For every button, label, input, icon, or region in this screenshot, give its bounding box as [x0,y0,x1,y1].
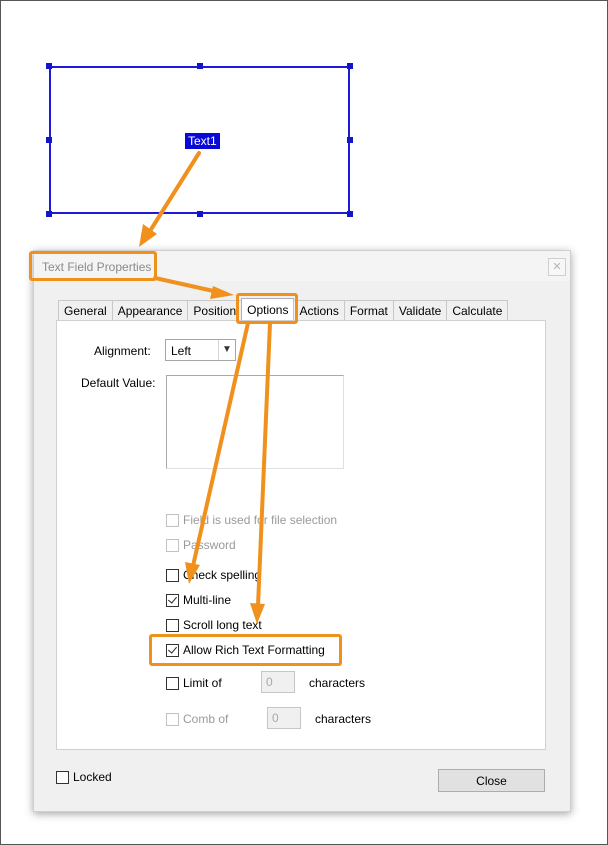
arrowhead-richtext [250,603,265,624]
arrow-options-to-richtext [256,321,272,608]
arrowhead-multiline [185,562,200,584]
arrow-field-to-title [148,151,201,233]
arrow-title-to-options [153,276,220,294]
annotation-arrows [139,151,272,624]
arrowhead-options [210,286,234,299]
arrow-options-to-multiline [191,321,250,568]
